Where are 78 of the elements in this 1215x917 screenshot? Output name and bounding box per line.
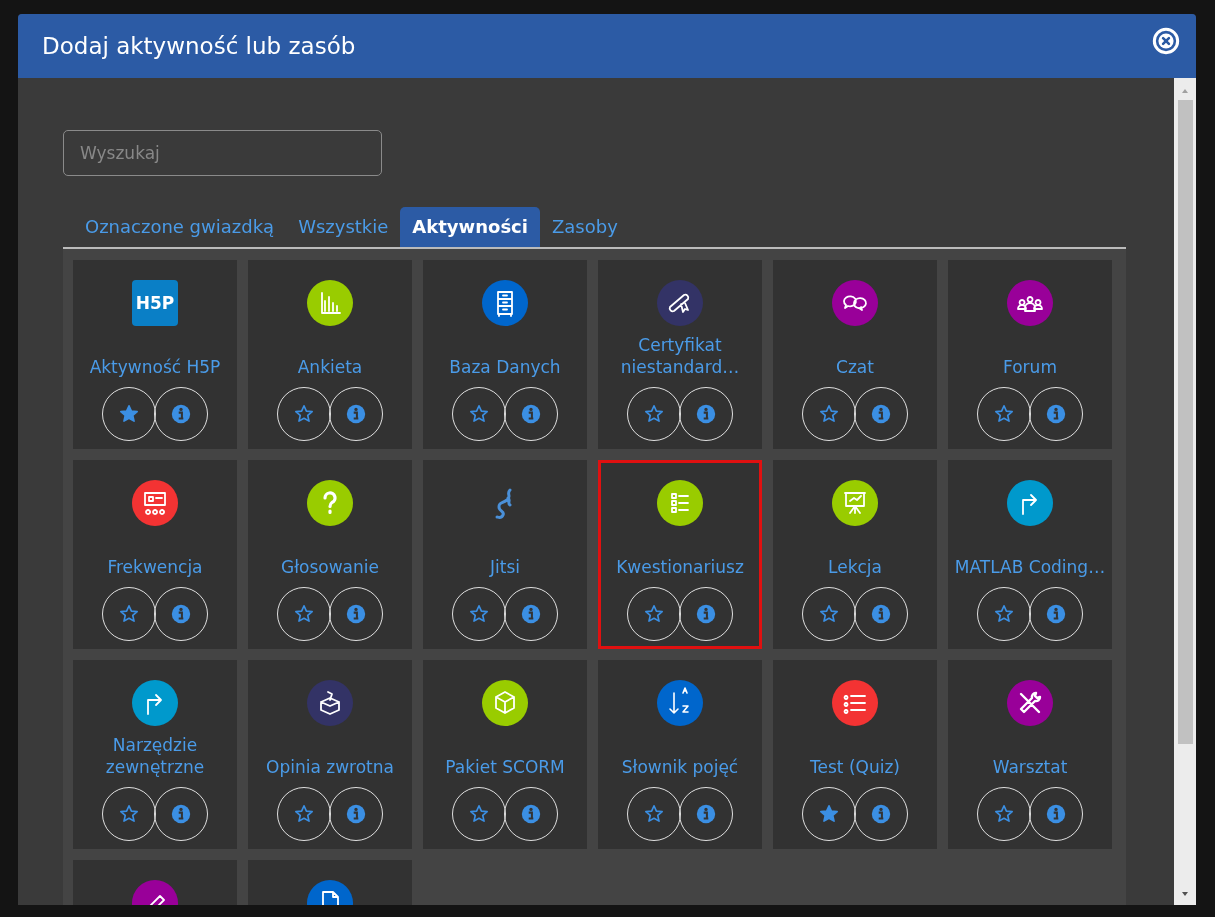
activity-card[interactable]: Czat	[773, 260, 937, 449]
presentation-icon	[132, 480, 178, 526]
activity-label: Ankieta	[297, 356, 363, 378]
info-icon	[520, 803, 542, 825]
activity-card[interactable]: Certyfikat niestandard…	[598, 260, 762, 449]
activity-label: Frekwencja	[107, 556, 203, 578]
info-icon	[1045, 803, 1067, 825]
easel-icon	[832, 480, 878, 526]
info-icon	[170, 803, 192, 825]
activity-label: Certyfikat niestandard…	[619, 334, 741, 378]
tab[interactable]: Zasoby	[539, 207, 630, 247]
activity-card[interactable]: Ankieta	[248, 260, 412, 449]
activity-label: Test (Quiz)	[810, 756, 900, 778]
activity-label: Jitsi	[490, 556, 520, 578]
tab[interactable]: Oznaczone gwiazdką	[73, 207, 287, 247]
activity-card[interactable]: H5P Aktywność H5P	[73, 260, 237, 449]
info-icon	[1045, 603, 1067, 625]
activity-label: Aktywność H5P	[89, 356, 221, 378]
info-icon	[170, 403, 192, 425]
activity-card[interactable]: Frekwencja	[73, 460, 237, 649]
list-icon	[657, 480, 703, 526]
activity-card[interactable]: Lekcja	[773, 460, 937, 649]
info-icon	[870, 803, 892, 825]
sort-icon	[657, 680, 703, 726]
activity-label: Warsztat	[992, 756, 1068, 778]
activity-card[interactable]: Warsztat	[948, 660, 1112, 849]
info-icon	[695, 403, 717, 425]
h5p-logo: H5P	[132, 280, 178, 326]
info-icon	[170, 603, 192, 625]
activity-label: Pakiet SCORM	[445, 756, 565, 778]
activity-card[interactable]: Głosowanie	[248, 460, 412, 649]
scrollbar-thumb[interactable]	[1178, 100, 1193, 744]
activity-card[interactable]: Jitsi	[423, 460, 587, 649]
tools-icon	[1007, 680, 1053, 726]
activity-card[interactable]: Kwestionariusz	[598, 460, 762, 649]
info-icon	[345, 403, 367, 425]
question-mark-icon	[307, 480, 353, 526]
activity-card[interactable]: Słownik pojęć	[598, 660, 762, 849]
ballot-box-icon	[307, 680, 353, 726]
scrollbar[interactable]	[1174, 78, 1196, 905]
bar-chart-icon	[307, 280, 353, 326]
close-icon[interactable]	[1152, 27, 1180, 55]
tab[interactable]: Wszystkie	[286, 207, 401, 247]
activity-label: Narzędzie zewnętrzne	[104, 734, 206, 778]
info-icon	[345, 603, 367, 625]
activity-card[interactable]: Test (Quiz)	[773, 660, 937, 849]
activity-card[interactable]: Opinia zwrotna	[248, 660, 412, 849]
info-icon	[695, 603, 717, 625]
activity-label: Baza Danych	[449, 356, 561, 378]
cube-icon	[482, 680, 528, 726]
activity-card[interactable]: Pakiet SCORM	[423, 660, 587, 849]
cabinet-icon	[482, 280, 528, 326]
tab[interactable]: Aktywności	[400, 207, 540, 247]
scroll-icon	[657, 280, 703, 326]
list-icon	[832, 680, 878, 726]
info-icon	[345, 803, 367, 825]
info-icon	[520, 403, 542, 425]
speech-bubbles-icon	[832, 280, 878, 326]
info-icon	[695, 803, 717, 825]
search-field[interactable]: Wyszukaj	[63, 130, 382, 176]
activity-label: Czat	[836, 356, 874, 378]
activity-label: Kwestionariusz	[616, 556, 744, 578]
activity-card[interactable]: Baza Danych	[423, 260, 587, 449]
activity-card[interactable]: Narzędzie zewnętrzne	[73, 660, 237, 849]
window-title: Dodaj aktywność lub zasób	[42, 33, 356, 59]
info-icon	[870, 403, 892, 425]
people-icon	[1007, 280, 1053, 326]
activity-label: Głosowanie	[281, 556, 379, 578]
activity-card[interactable]: Forum	[948, 260, 1112, 449]
activity-card[interactable]: MATLAB Coding…	[948, 460, 1112, 649]
info-icon	[1045, 403, 1067, 425]
activity-label: Lekcja	[828, 556, 882, 578]
info-icon	[520, 603, 542, 625]
activity-label: Forum	[1003, 356, 1057, 378]
info-icon	[870, 603, 892, 625]
activity-label: MATLAB Coding…	[954, 556, 1106, 578]
activity-label: Słownik pojęć	[621, 756, 739, 778]
activity-label: Opinia zwrotna	[266, 756, 394, 778]
